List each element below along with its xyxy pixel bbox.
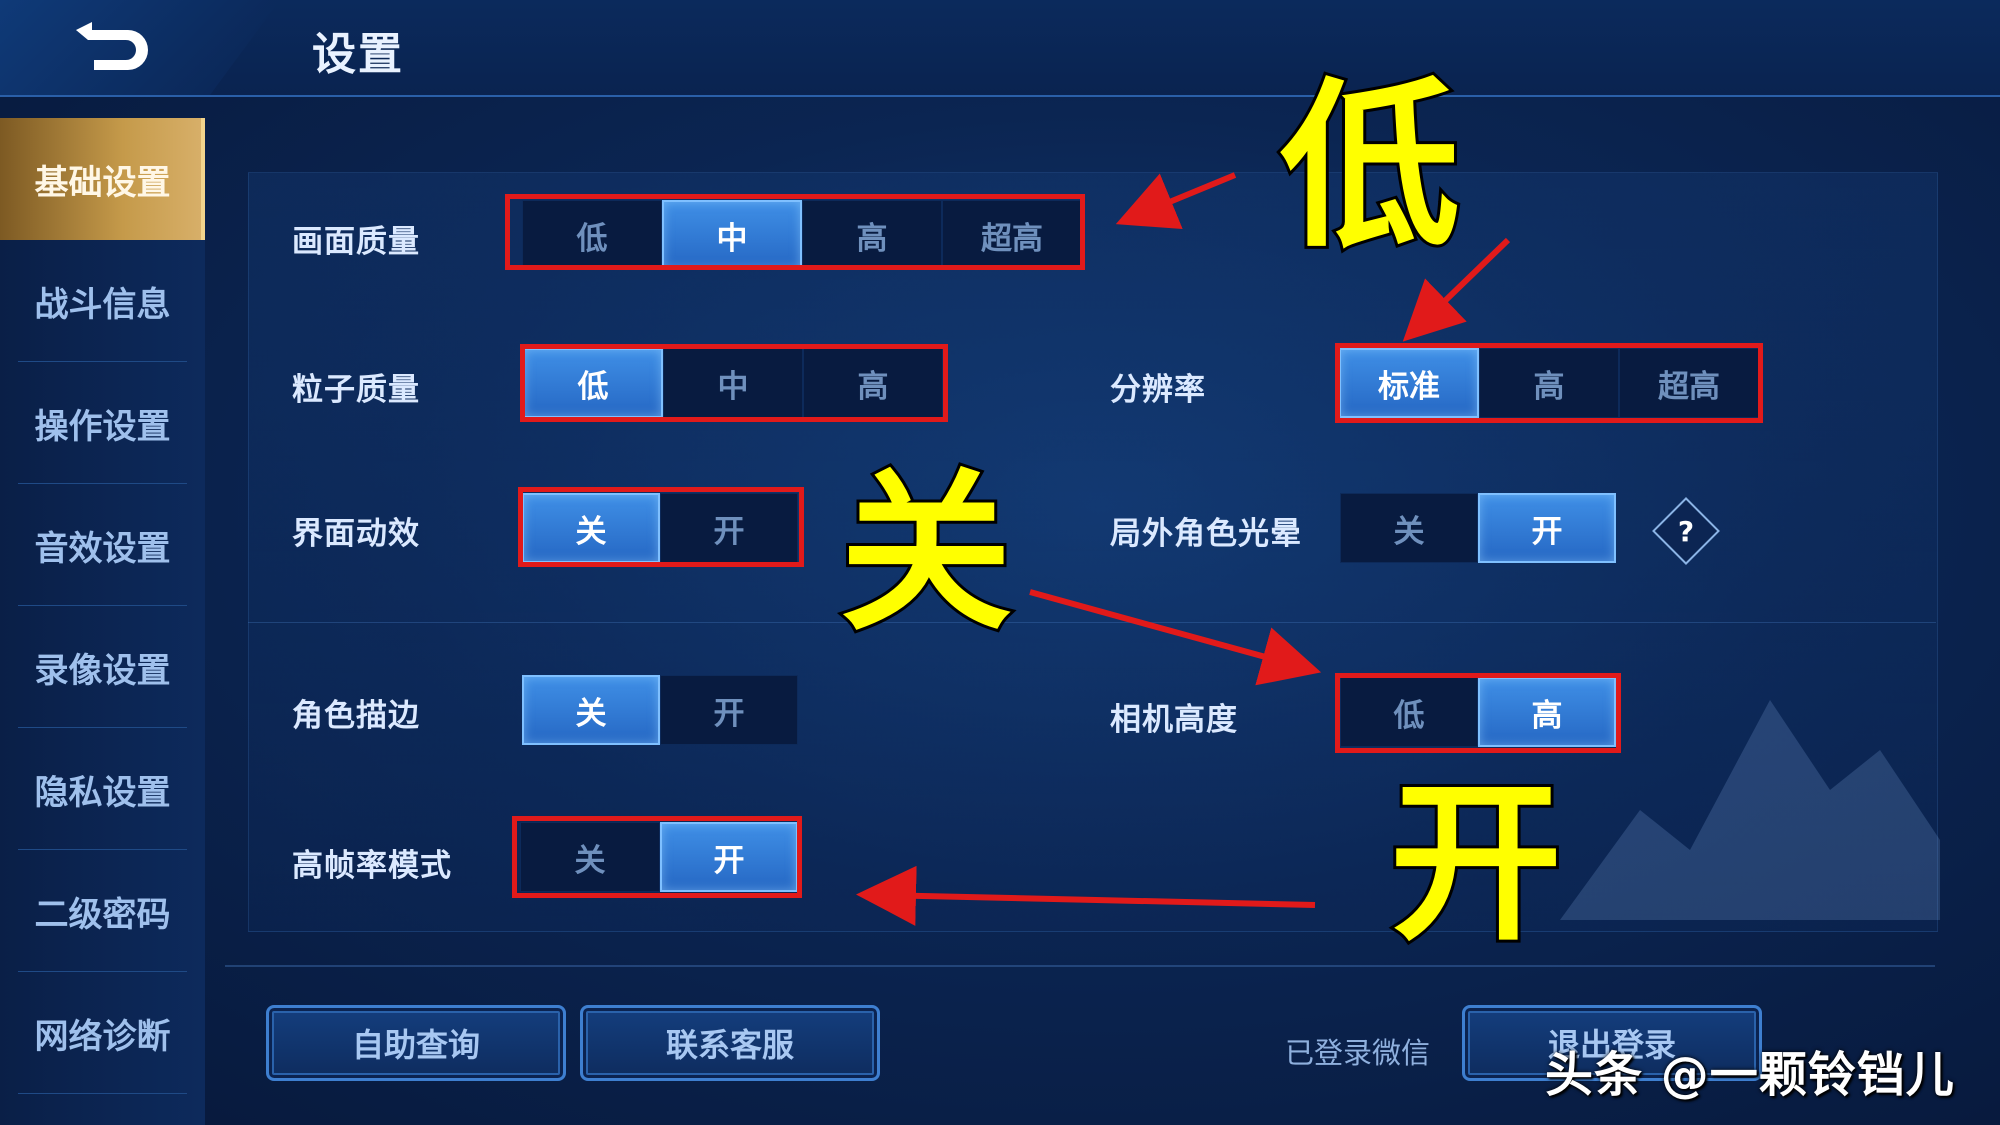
graphics-quality-label: 画面质量 xyxy=(292,224,420,260)
annotation-off: 关 xyxy=(837,453,1015,654)
sidebar-item-secondary-password[interactable]: 二级密码 xyxy=(0,850,205,972)
mountain-decoration xyxy=(1560,700,1940,920)
camera-height-high[interactable]: 高 xyxy=(1478,677,1616,747)
outgame-halo-on[interactable]: 开 xyxy=(1478,493,1616,563)
sidebar: 基础设置 战斗信息 操作设置 音效设置 录像设置 隐私设置 二级密码 网络诊断 xyxy=(0,118,205,1125)
hero-outline-label: 角色描边 xyxy=(292,698,420,734)
outgame-halo-toggle: 关 开 xyxy=(1340,493,1616,563)
graphics-quality-medium[interactable]: 中 xyxy=(662,200,802,270)
high-fps-on[interactable]: 开 xyxy=(660,822,798,892)
sidebar-item-replay[interactable]: 录像设置 xyxy=(0,606,205,728)
particle-quality-medium[interactable]: 中 xyxy=(663,348,803,418)
help-icon-glyph: ? xyxy=(1677,514,1695,548)
resolution-ultra[interactable]: 超高 xyxy=(1619,348,1759,418)
high-fps-label: 高帧率模式 xyxy=(292,848,452,884)
camera-height-label: 相机高度 xyxy=(1110,702,1238,738)
sidebar-item-basic-settings[interactable]: 基础设置 xyxy=(0,118,205,240)
sidebar-item-controls[interactable]: 操作设置 xyxy=(0,362,205,484)
annotation-on: 开 xyxy=(1387,763,1565,964)
page-title: 设置 xyxy=(312,29,404,80)
ui-animation-on[interactable]: 开 xyxy=(660,493,798,563)
outgame-halo-label: 局外角色光晕 xyxy=(1110,516,1302,552)
particle-quality-selector: 低 中 高 xyxy=(523,348,943,418)
hero-outline-toggle: 关 开 xyxy=(522,675,798,745)
login-status: 已登录微信 xyxy=(1285,1036,1431,1070)
watermark: 头条 @一颗铃铛儿 xyxy=(1545,1047,1955,1103)
camera-height-toggle: 低 高 xyxy=(1340,677,1616,747)
sidebar-item-network-diagnosis[interactable]: 网络诊断 xyxy=(0,972,205,1094)
graphics-quality-high[interactable]: 高 xyxy=(802,200,942,270)
ui-animation-label: 界面动效 xyxy=(292,516,420,552)
particle-quality-low[interactable]: 低 xyxy=(523,348,663,418)
outgame-halo-off[interactable]: 关 xyxy=(1340,493,1478,563)
high-fps-toggle: 关 开 xyxy=(520,822,798,892)
camera-height-low[interactable]: 低 xyxy=(1340,677,1478,747)
sidebar-item-battle-info[interactable]: 战斗信息 xyxy=(0,240,205,362)
graphics-quality-selector: 低 中 高 超高 xyxy=(522,200,1082,270)
sidebar-item-audio[interactable]: 音效设置 xyxy=(0,484,205,606)
section-divider xyxy=(248,622,1936,623)
particle-quality-label: 粒子质量 xyxy=(292,372,420,408)
top-bar: 设置 xyxy=(0,0,2000,97)
resolution-standard[interactable]: 标准 xyxy=(1339,348,1479,418)
sidebar-item-privacy[interactable]: 隐私设置 xyxy=(0,728,205,850)
back-icon[interactable] xyxy=(70,18,160,78)
contact-support-button[interactable]: 联系客服 xyxy=(580,1005,880,1081)
hero-outline-off[interactable]: 关 xyxy=(522,675,660,745)
high-fps-off[interactable]: 关 xyxy=(520,822,660,892)
ui-animation-off[interactable]: 关 xyxy=(522,493,660,563)
graphics-quality-low[interactable]: 低 xyxy=(522,200,662,270)
graphics-quality-ultra[interactable]: 超高 xyxy=(942,200,1082,270)
resolution-selector: 标准 高 超高 xyxy=(1339,348,1759,418)
footer-divider xyxy=(225,965,1935,967)
hero-outline-on[interactable]: 开 xyxy=(660,675,798,745)
ui-animation-toggle: 关 开 xyxy=(522,493,798,563)
annotation-low: 低 xyxy=(1277,63,1463,272)
resolution-high[interactable]: 高 xyxy=(1479,348,1619,418)
particle-quality-high[interactable]: 高 xyxy=(803,348,943,418)
resolution-label: 分辨率 xyxy=(1110,372,1206,408)
self-help-button[interactable]: 自助查询 xyxy=(266,1005,566,1081)
